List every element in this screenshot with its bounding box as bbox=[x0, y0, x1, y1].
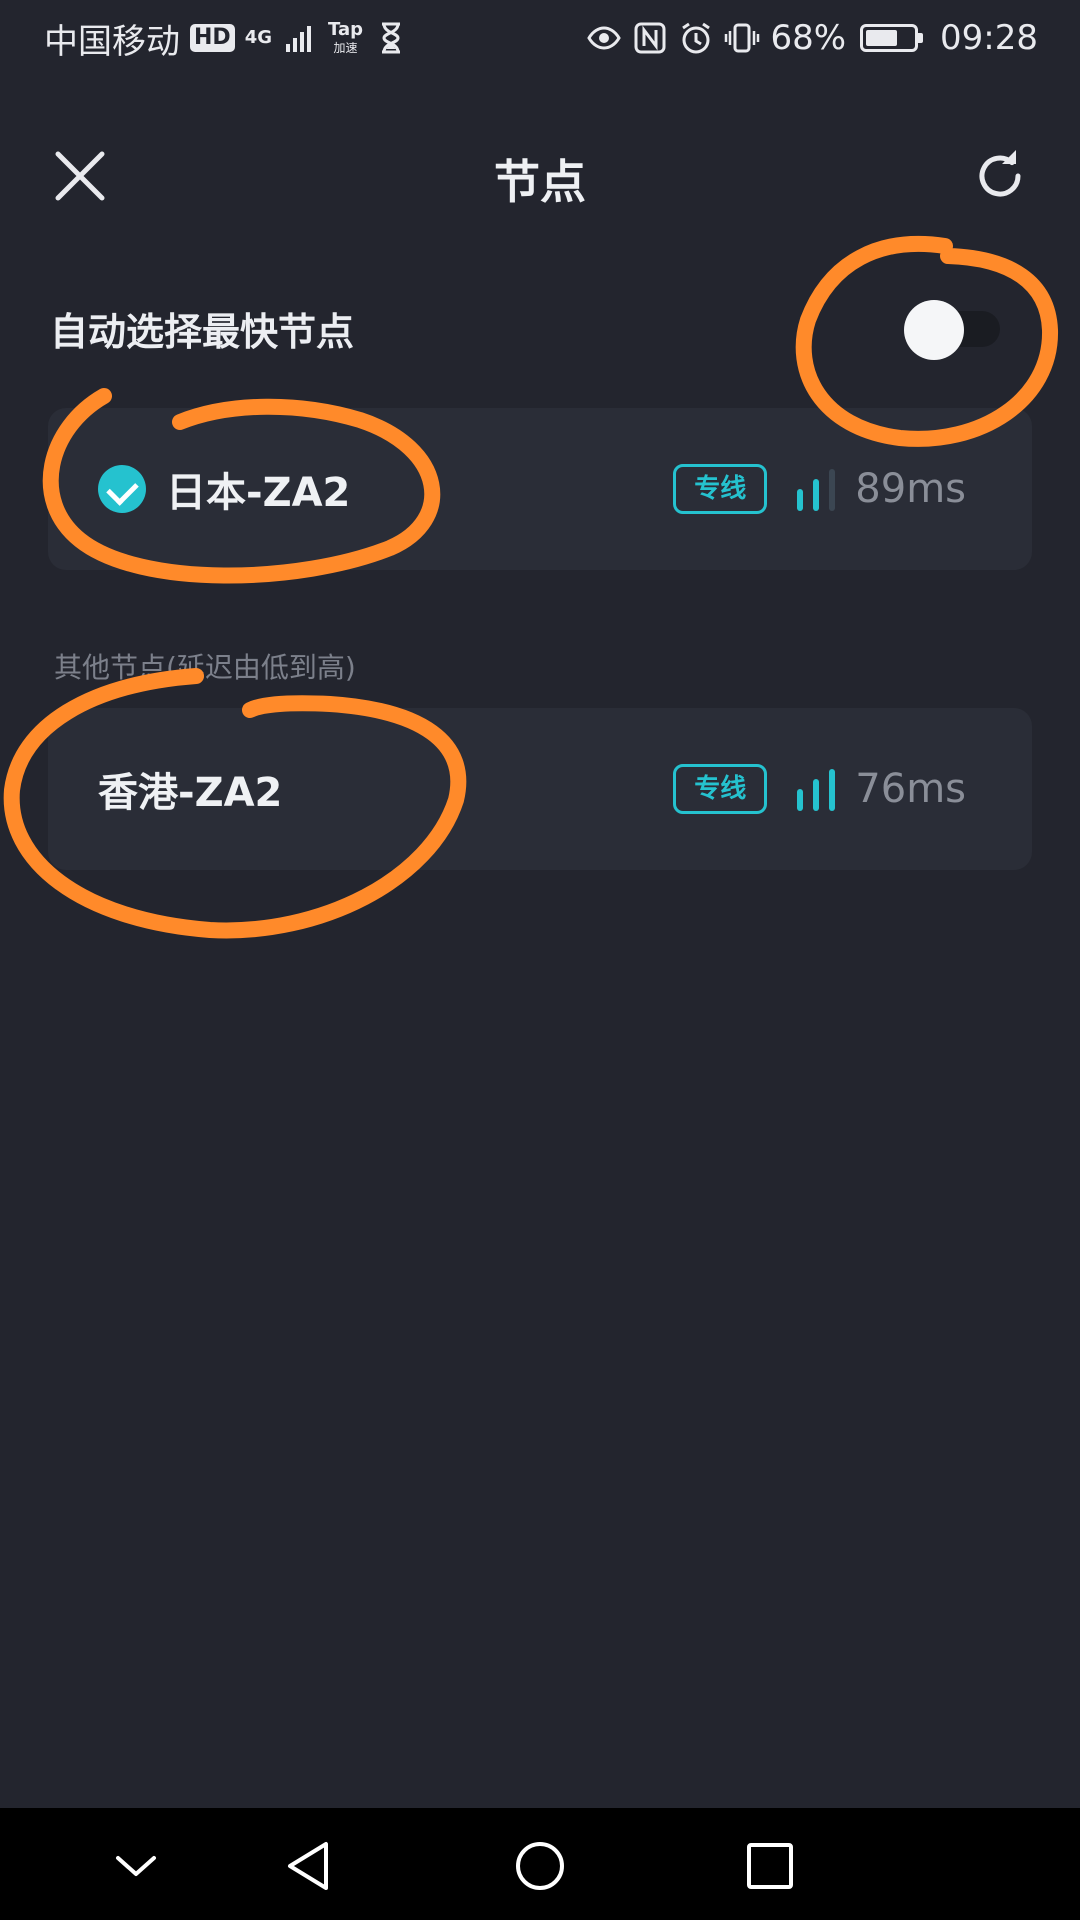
home-icon[interactable] bbox=[512, 1838, 568, 1894]
node-name: 日本-ZA2 bbox=[166, 470, 351, 516]
back-icon[interactable] bbox=[282, 1838, 338, 1894]
status-bar: 中国移动 HD 4G Tap 加速 68% 09:28 bbox=[0, 0, 1080, 76]
node-name: 香港-ZA2 bbox=[98, 770, 283, 816]
signal-strength-icon bbox=[797, 467, 836, 511]
refresh-icon[interactable] bbox=[970, 146, 1030, 206]
alarm-icon bbox=[682, 22, 711, 54]
vibrate-icon bbox=[725, 23, 760, 53]
signal-icon bbox=[286, 26, 311, 52]
battery-icon bbox=[860, 24, 924, 52]
annotation-overlay bbox=[3, 235, 1059, 939]
clock: 09:28 bbox=[940, 18, 1038, 58]
network-type: 4G bbox=[244, 27, 272, 48]
navigation-bar bbox=[0, 1808, 1080, 1920]
carrier-name: 中国移动 bbox=[44, 21, 180, 62]
auto-select-label: 自动选择最快节点 bbox=[50, 309, 355, 354]
nfc-icon bbox=[634, 22, 666, 54]
eye-icon bbox=[587, 26, 622, 50]
node-card[interactable]: 香港-ZA2 专线 76ms bbox=[48, 708, 1032, 870]
signal-strength-icon bbox=[797, 767, 836, 811]
battery-percent: 68% bbox=[770, 18, 847, 58]
auto-select-row: 自动选择最快节点 bbox=[50, 296, 1010, 360]
node-latency: 76ms bbox=[855, 766, 966, 812]
node-meta: 专线 89ms bbox=[673, 464, 966, 514]
recent-apps-icon[interactable] bbox=[742, 1838, 798, 1894]
toggle-knob bbox=[904, 300, 964, 360]
selected-node-card[interactable]: 日本-ZA2 专线 89ms bbox=[48, 408, 1032, 570]
page-title: 节点 bbox=[494, 155, 586, 209]
hd-badge: HD bbox=[190, 24, 235, 52]
tap-accelerator-badge: Tap 加速 bbox=[328, 18, 363, 55]
status-bar-right: 68% 09:28 bbox=[586, 18, 1038, 58]
dedicated-line-tag: 专线 bbox=[673, 764, 768, 814]
node-meta: 专线 76ms bbox=[673, 764, 966, 814]
chevron-down-icon[interactable] bbox=[108, 1838, 164, 1894]
auto-select-toggle[interactable] bbox=[904, 300, 1000, 360]
hourglass-icon bbox=[382, 22, 400, 54]
header: 节点 bbox=[0, 120, 1080, 232]
node-latency: 89ms bbox=[855, 466, 966, 512]
other-nodes-label: 其他节点(延迟由低到高) bbox=[54, 651, 356, 684]
check-icon bbox=[98, 465, 146, 513]
status-bar-left: 中国移动 HD 4G Tap 加速 bbox=[44, 14, 409, 63]
dedicated-line-tag: 专线 bbox=[673, 464, 768, 514]
